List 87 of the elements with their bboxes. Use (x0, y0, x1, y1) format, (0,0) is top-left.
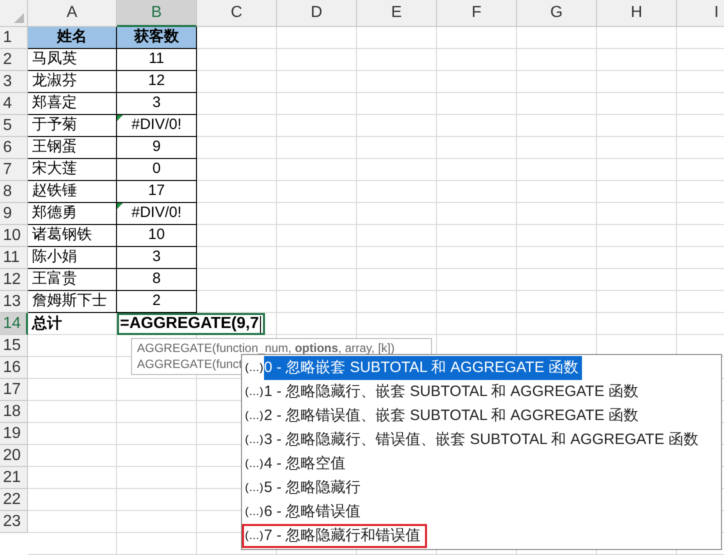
table-cell-text: 总计 (30, 314, 63, 334)
row-header[interactable]: 6 (0, 137, 28, 159)
row-header[interactable]: 4 (0, 93, 28, 115)
row-header[interactable]: 5 (0, 115, 28, 137)
table-cell: 赵铁锤 (28, 181, 117, 203)
table-cell: #DIV/0! (117, 115, 197, 137)
function-signature: AGGREGATE(function_num, options, array, [k]) (137, 340, 395, 356)
row-header[interactable]: 15 (0, 335, 28, 357)
option-label: 2 - 忽略错误值、嵌套 SUBTOTAL 和 AGGREGATE 函数 (264, 406, 640, 426)
row-header[interactable]: 8 (0, 181, 28, 203)
option-icon: (…) (245, 458, 264, 470)
column-header[interactable]: H (597, 0, 677, 27)
column-header[interactable]: D (277, 0, 357, 27)
option-item[interactable]: (…)6 - 忽略错误值 (242, 500, 367, 524)
option-label: 5 - 忽略隐藏行 (264, 478, 362, 498)
row-header[interactable]: 12 (0, 269, 28, 291)
table-cell: #DIV/0! (117, 203, 197, 225)
row-header[interactable]: 7 (0, 159, 28, 181)
select-all-corner[interactable] (0, 0, 28, 27)
column-header[interactable]: G (517, 0, 597, 27)
table-cell: 诸葛钢铁 (28, 225, 117, 247)
option-label: 4 - 忽略空值 (264, 454, 347, 474)
row-header[interactable]: 14 (0, 313, 28, 335)
option-label: 1 - 忽略隐藏行、嵌套 SUBTOTAL 和 AGGREGATE 函数 (264, 382, 640, 402)
row-header[interactable]: 11 (0, 247, 28, 269)
corner-triangle-icon (14, 13, 24, 23)
table-cell: 17 (117, 181, 197, 203)
table-cell: 龙淑芬 (28, 71, 117, 93)
row-header[interactable]: 20 (0, 445, 28, 467)
option-label: 3 - 忽略隐藏行、错误值、嵌套 SUBTOTAL 和 AGGREGATE 函数 (264, 430, 700, 450)
row-header[interactable]: 16 (0, 357, 28, 379)
table-cell: 詹姆斯下士 (28, 291, 117, 313)
row-header[interactable]: 21 (0, 467, 28, 489)
row-header[interactable]: 3 (0, 71, 28, 93)
option-item[interactable]: (…)5 - 忽略隐藏行 (242, 476, 367, 500)
column-header[interactable]: B (117, 0, 197, 27)
function-signature: AGGREGATE(funct (137, 356, 242, 372)
table-cell: 11 (117, 49, 197, 71)
table-cell: 马凤英 (28, 49, 117, 71)
row-header[interactable]: 22 (0, 489, 28, 511)
row-header[interactable]: 13 (0, 291, 28, 313)
option-icon: (…) (245, 482, 264, 494)
row-header[interactable]: 10 (0, 225, 28, 247)
option-item[interactable]: (…)3 - 忽略隐藏行、错误值、嵌套 SUBTOTAL 和 AGGREGATE 函数 (242, 428, 704, 452)
column-header[interactable]: A (28, 0, 117, 27)
option-icon: (…) (245, 362, 264, 374)
table-header-cell: 获客数 (117, 27, 197, 49)
row-header[interactable]: 17 (0, 379, 28, 401)
table-cell: 于予菊 (28, 115, 117, 137)
option-icon: (…) (245, 434, 264, 446)
table-cell: 郑德勇 (28, 203, 117, 225)
table-cell: 郑喜定 (28, 93, 117, 115)
row-header[interactable]: 1 (0, 27, 28, 49)
row-header[interactable]: 9 (0, 203, 28, 225)
table-cell: 宋大莲 (28, 159, 117, 181)
table-cell: 12 (117, 71, 197, 93)
table-cell: 10 (117, 225, 197, 247)
row-header[interactable]: 18 (0, 401, 28, 423)
option-icon: (…) (245, 530, 264, 542)
table-cell: 3 (117, 247, 197, 269)
option-item[interactable]: (…)2 - 忽略错误值、嵌套 SUBTOTAL 和 AGGREGATE 函数 (242, 404, 644, 428)
option-label: 7 - 忽略隐藏行和错误值 (264, 526, 422, 546)
column-header[interactable]: F (437, 0, 517, 27)
option-label: 6 - 忽略错误值 (264, 502, 362, 522)
option-item[interactable]: (…)1 - 忽略隐藏行、嵌套 SUBTOTAL 和 AGGREGATE 函数 (242, 380, 644, 404)
table-header-cell: 姓名 (28, 27, 117, 49)
text-cursor (260, 316, 261, 332)
option-icon: (…) (245, 410, 264, 422)
row-header[interactable]: 23 (0, 511, 28, 533)
option-item[interactable]: (…)7 - 忽略隐藏行和错误值 (242, 524, 427, 548)
column-header[interactable]: I (677, 0, 724, 27)
option-icon: (…) (245, 506, 264, 518)
row-header[interactable]: 19 (0, 423, 28, 445)
table-cell: 8 (117, 269, 197, 291)
table-cell: 陈小娟 (28, 247, 117, 269)
table-cell: 王富贵 (28, 269, 117, 291)
row-header[interactable]: 2 (0, 49, 28, 71)
table-cell: 9 (117, 137, 197, 159)
table-cell: 王钢蛋 (28, 137, 117, 159)
table-cell: 0 (117, 159, 197, 181)
option-label: 0 - 忽略嵌套 SUBTOTAL 和 AGGREGATE 函数 (264, 356, 582, 380)
option-icon: (…) (245, 386, 264, 398)
column-header[interactable]: E (357, 0, 437, 27)
option-item[interactable]: (…)0 - 忽略嵌套 SUBTOTAL 和 AGGREGATE 函数 (242, 356, 584, 380)
column-header[interactable]: C (197, 0, 277, 27)
option-item[interactable]: (…)4 - 忽略空值 (242, 452, 352, 476)
table-cell: 3 (117, 93, 197, 115)
